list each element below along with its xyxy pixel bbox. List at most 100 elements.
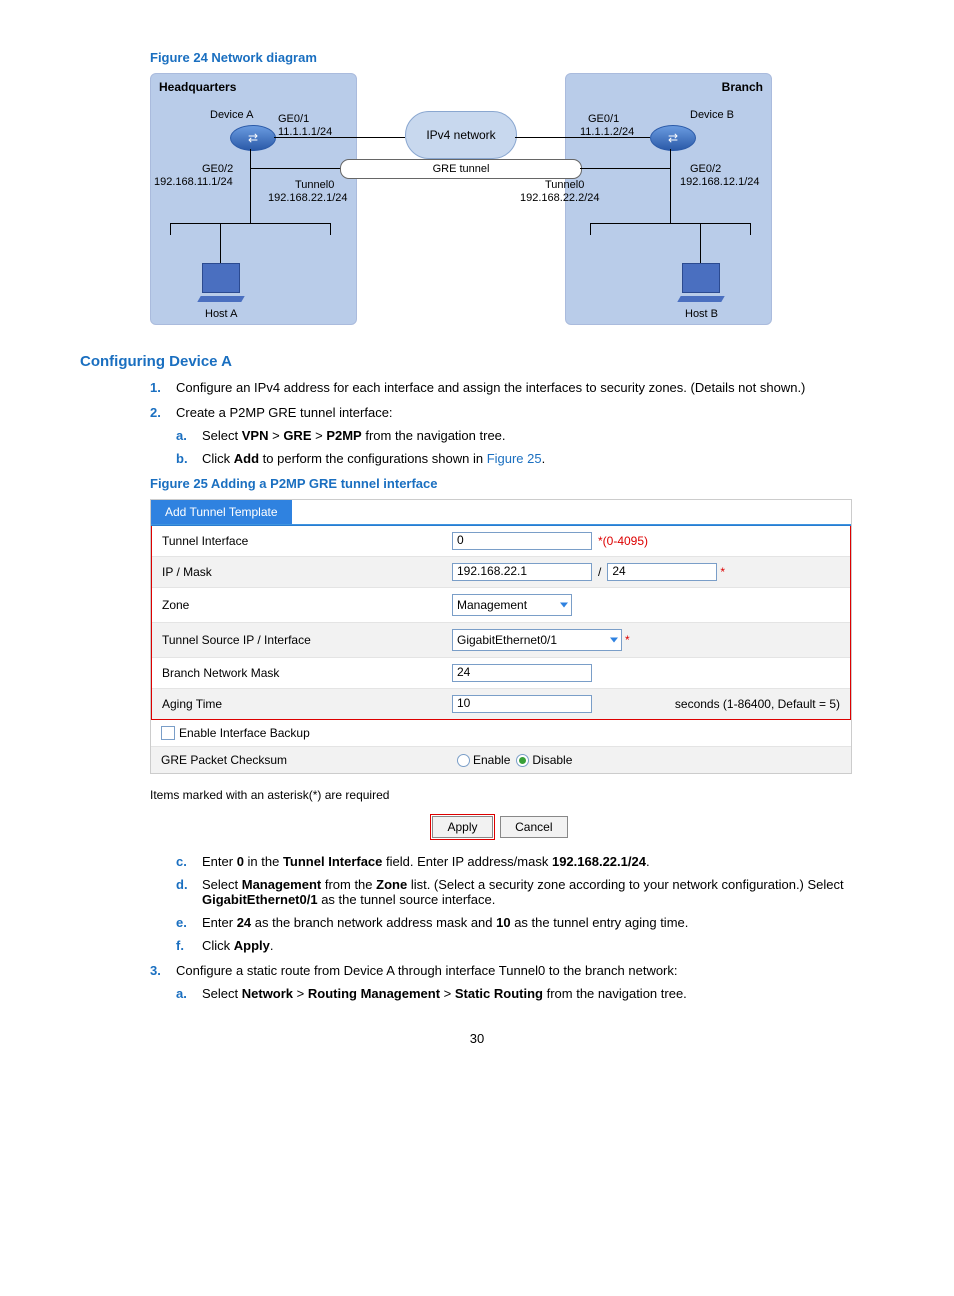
step-2e: e. Enter 24 as the branch network addres… <box>176 915 874 930</box>
step-3-text: Configure a static route from Device A t… <box>176 963 678 978</box>
enable-radio[interactable] <box>457 754 470 767</box>
text: from the navigation tree. <box>543 986 687 1001</box>
line <box>170 223 171 235</box>
mask-input[interactable]: 24 <box>607 563 717 581</box>
line <box>670 149 671 223</box>
cancel-button[interactable]: Cancel <box>500 816 567 838</box>
main-steps-list: 1. Configure an IPv4 address for each in… <box>150 380 874 466</box>
aging-time-label: Aging Time <box>162 697 452 711</box>
line <box>515 137 650 138</box>
figure25-caption: Figure 25 Adding a P2MP GRE tunnel inter… <box>150 476 874 491</box>
aging-time-input[interactable]: 10 <box>452 695 592 713</box>
text: Zone <box>376 877 407 892</box>
host-a-icon <box>202 263 240 293</box>
text: 0 <box>237 854 244 869</box>
branch-label: Branch <box>566 74 771 100</box>
row-tunnel-source: Tunnel Source IP / Interface GigabitEthe… <box>152 623 850 658</box>
tab-add-tunnel-template[interactable]: Add Tunnel Template <box>151 500 292 524</box>
step-2b: b. Click Add to perform the configuratio… <box>176 451 874 466</box>
text: > <box>440 986 455 1001</box>
tunnel-source-label: Tunnel Source IP / Interface <box>162 633 452 647</box>
text: > <box>293 986 308 1001</box>
substep-letter: f. <box>176 938 184 953</box>
aging-time-hint: seconds (1-86400, Default = 5) <box>675 697 840 711</box>
tunnel-b-ip: 192.168.22.2/24 <box>520 192 600 204</box>
text: Enter <box>202 915 237 930</box>
step-number: 3. <box>150 963 161 978</box>
required-star: * <box>625 633 630 647</box>
row-tunnel-interface: Tunnel Interface 0 *(0-4095) <box>152 526 850 557</box>
branch-mask-input[interactable]: 24 <box>452 664 592 682</box>
text: P2MP <box>326 428 361 443</box>
text: Tunnel Interface <box>283 854 382 869</box>
apply-button[interactable]: Apply <box>432 816 492 838</box>
step-1-text: Configure an IPv4 address for each inter… <box>176 380 805 395</box>
ge01-right: GE0/1 <box>588 113 619 125</box>
line <box>700 223 701 263</box>
step-2-cont: c. Enter 0 in the Tunnel Interface field… <box>150 854 874 953</box>
substep-letter: e. <box>176 915 187 930</box>
line <box>580 168 670 169</box>
ip-a-ge02: 192.168.11.1/24 <box>154 176 233 188</box>
disable-radio[interactable] <box>516 754 529 767</box>
ge02-left: GE0/2 <box>202 163 233 175</box>
text: VPN <box>242 428 269 443</box>
substep-letter: a. <box>176 428 187 443</box>
text: Click <box>202 451 234 466</box>
step-2-sublist: a. Select VPN > GRE > P2MP from the navi… <box>176 428 874 466</box>
text: Static Routing <box>455 986 543 1001</box>
row-gre-checksum: GRE Packet Checksum Enable Disable <box>151 747 851 773</box>
ip-input[interactable]: 192.168.22.1 <box>452 563 592 581</box>
text: from the navigation tree. <box>362 428 506 443</box>
ip-b-ge02: 192.168.12.1/24 <box>680 176 760 188</box>
text: . <box>646 854 650 869</box>
figure25-link[interactable]: Figure 25 <box>487 451 542 466</box>
form-header: Add Tunnel Template <box>151 500 851 524</box>
gre-tunnel-pipe: GRE tunnel <box>340 159 582 179</box>
tunnel-interface-label: Tunnel Interface <box>162 534 452 548</box>
line <box>170 223 330 224</box>
row-zone: Zone Management <box>152 588 850 623</box>
tunnel-interface-input[interactable]: 0 <box>452 532 592 550</box>
tunnel0-left: Tunnel0 <box>295 179 334 191</box>
text: as the branch network address mask and <box>251 915 496 930</box>
substep-letter: a. <box>176 986 187 1001</box>
step-2: 2. Create a P2MP GRE tunnel interface: a… <box>150 405 874 466</box>
step-1: 1. Configure an IPv4 address for each in… <box>150 380 874 395</box>
router-a-icon <box>230 125 276 151</box>
main-steps-list-cont: c. Enter 0 in the Tunnel Interface field… <box>150 854 874 1001</box>
disable-radio-label: Disable <box>532 753 572 767</box>
zone-select[interactable]: Management <box>452 594 572 616</box>
text: > <box>268 428 283 443</box>
enable-backup-checkbox[interactable] <box>161 726 175 740</box>
text: as the tunnel entry aging time. <box>511 915 689 930</box>
step-2c: c. Enter 0 in the Tunnel Interface field… <box>176 854 874 869</box>
text: 10 <box>496 915 510 930</box>
line <box>590 223 591 235</box>
figure24-caption: Figure 24 Network diagram <box>150 50 874 65</box>
tunnel-interface-hint: *(0-4095) <box>598 534 648 548</box>
text: Apply <box>234 938 270 953</box>
line <box>250 168 340 169</box>
text: list. (Select a security zone according … <box>407 877 843 892</box>
text: in the <box>244 854 283 869</box>
text: 24 <box>237 915 251 930</box>
substep-letter: c. <box>176 854 187 869</box>
text: Routing Management <box>308 986 440 1001</box>
line <box>750 223 751 235</box>
required-note: Items marked with an asterisk(*) are req… <box>150 784 874 810</box>
ge01-left: GE0/1 <box>278 113 309 125</box>
tunnel-a-ip: 192.168.22.1/24 <box>268 192 348 204</box>
enable-radio-label: Enable <box>473 753 510 767</box>
device-b-label: Device B <box>690 109 734 121</box>
step-2-text: Create a P2MP GRE tunnel interface: <box>176 405 393 420</box>
step-2a: a. Select VPN > GRE > P2MP from the navi… <box>176 428 874 443</box>
tunnel-source-select[interactable]: GigabitEthernet0/1 <box>452 629 622 651</box>
required-star: * <box>720 565 725 579</box>
text: to perform the configurations shown in <box>259 451 487 466</box>
line <box>220 223 221 263</box>
hq-label: Headquarters <box>151 74 356 100</box>
line <box>250 149 251 223</box>
substep-letter: b. <box>176 451 188 466</box>
step-2f: f. Click Apply. <box>176 938 874 953</box>
